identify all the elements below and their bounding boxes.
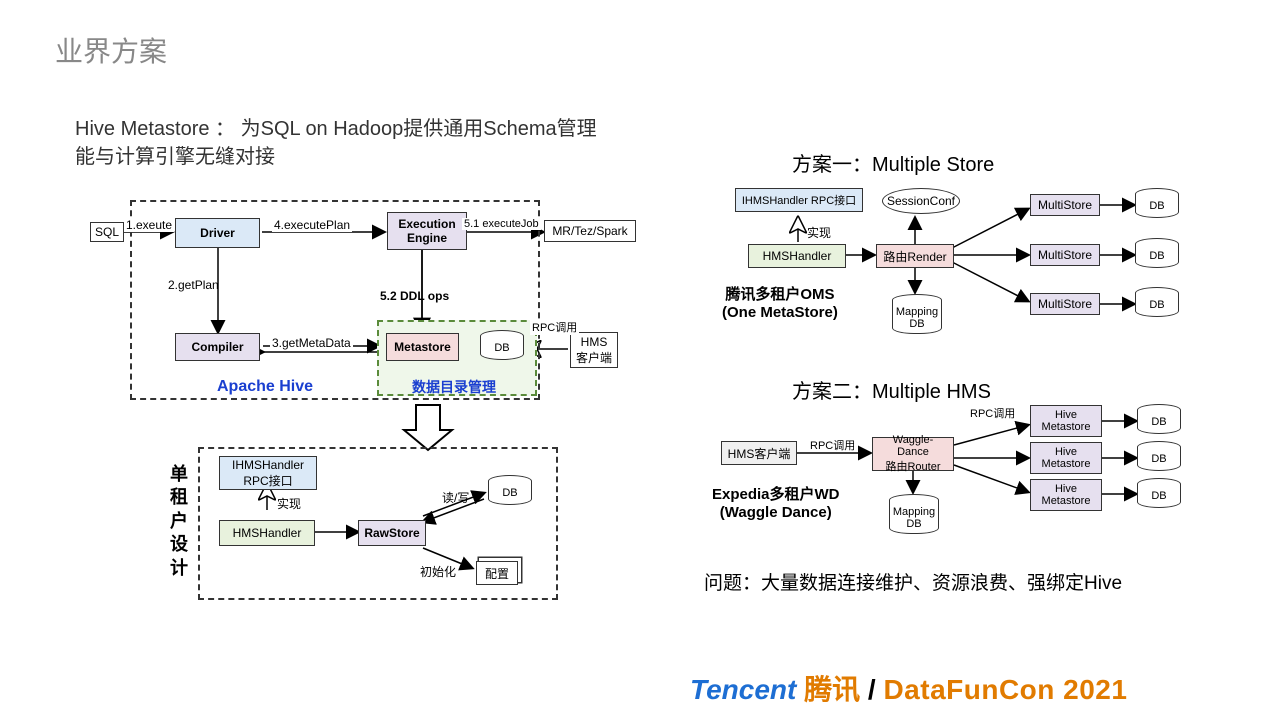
rawstore-box: RawStore — [358, 520, 426, 546]
tencent-logo-en: Tencent — [690, 674, 796, 705]
driver-box: Driver — [175, 218, 260, 248]
s1-db2: DB — [1135, 238, 1179, 274]
lbl-rw: 读/写 — [440, 489, 471, 506]
s2-caption: Expedia多租户WD (Waggle Dance) — [712, 483, 840, 521]
s2-client: HMS客户端 — [721, 441, 797, 465]
s1-ms2: MultiStore — [1030, 244, 1100, 266]
lbl-ddl: 5.2 DDL ops — [378, 289, 451, 303]
s1-impl: 实现 — [805, 224, 833, 241]
s2-ms3: Hive Metastore — [1030, 479, 1102, 511]
lbl-getplan: 2.getPlan — [166, 278, 221, 292]
lbl-execjob: 5.1 executeJob — [462, 218, 541, 230]
hmshandler-box: HMSHandler — [219, 520, 315, 546]
s1-caption: 腾讯多租户OMS (One MetaStore) — [722, 283, 838, 321]
footer: Tencent 腾讯 / DataFunCon 2021 — [690, 668, 1127, 708]
s1-mapping-db-icon: Mapping DB — [892, 294, 942, 340]
s2-rpc2: RPC调用 — [968, 405, 1017, 421]
footer-sep: / — [868, 674, 884, 705]
metastore-mgmt-label: 数据目录管理 — [412, 377, 496, 397]
db-icon: DB — [480, 330, 524, 366]
s1-hmshandler: HMSHandler — [748, 244, 846, 268]
s1-db1: DB — [1135, 188, 1179, 224]
s2-router: Waggle-Dance 路由Router — [872, 437, 954, 471]
scheme2-title: 方案二：Multiple HMS — [792, 375, 991, 404]
lbl-execute: 1.exeute — [124, 218, 174, 232]
subtitle: Hive Metastore ： 为SQL on Hadoop提供通用Schem… — [75, 115, 597, 171]
single-tenant-label: 单租户设计 — [170, 463, 190, 580]
s2-ms2: Hive Metastore — [1030, 442, 1102, 474]
s1-sessionconf: SessionConf — [882, 188, 960, 214]
problem-text: 问题：大量数据连接维护、资源浪费、强绑定Hive — [704, 568, 1122, 595]
s2-db3: DB — [1137, 478, 1181, 514]
lbl-impl-left: 实现 — [275, 495, 303, 512]
s2-db1: DB — [1137, 404, 1181, 440]
s2-rpc1: RPC调用 — [808, 437, 857, 453]
apache-hive-label: Apache Hive — [217, 378, 313, 396]
s1-ms3: MultiStore — [1030, 293, 1100, 315]
compiler-box: Compiler — [175, 333, 260, 361]
lbl-init: 初始化 — [418, 563, 458, 580]
s1-db3: DB — [1135, 287, 1179, 323]
tencent-logo-cn: 腾讯 — [804, 674, 860, 705]
scheme1-title: 方案一：Multiple Store — [792, 148, 994, 177]
config-box: 配置 — [476, 561, 518, 585]
s2-db2: DB — [1137, 441, 1181, 477]
metastore-box: Metastore — [386, 333, 459, 361]
s2-mapping-db-icon: Mapping DB — [889, 494, 939, 540]
exec-engine-box: Execution Engine — [387, 212, 467, 250]
lbl-execplan: 4.executePlan — [272, 218, 352, 232]
s1-ms1: MultiStore — [1030, 194, 1100, 216]
s1-router: 路由Render — [876, 244, 954, 268]
mr-box: MR/Tez/Spark — [544, 220, 636, 242]
lbl-rpc-left: RPC调用 — [530, 319, 579, 335]
s2-ms1: Hive Metastore — [1030, 405, 1102, 437]
hms-client-box: HMS 客户端 — [570, 332, 618, 368]
db2-icon: DB — [488, 475, 532, 511]
ihms-rpc-box: IHMSHandler RPC接口 — [219, 456, 317, 490]
datafuncon-logo: DataFunCon 2021 — [883, 674, 1127, 705]
lbl-getmeta: 3.getMetaData — [270, 336, 353, 350]
s1-ihms-rpc: IHMSHandler RPC接口 — [735, 188, 863, 212]
sql-box: SQL — [90, 222, 124, 242]
page-title: 业界方案 — [55, 30, 167, 70]
